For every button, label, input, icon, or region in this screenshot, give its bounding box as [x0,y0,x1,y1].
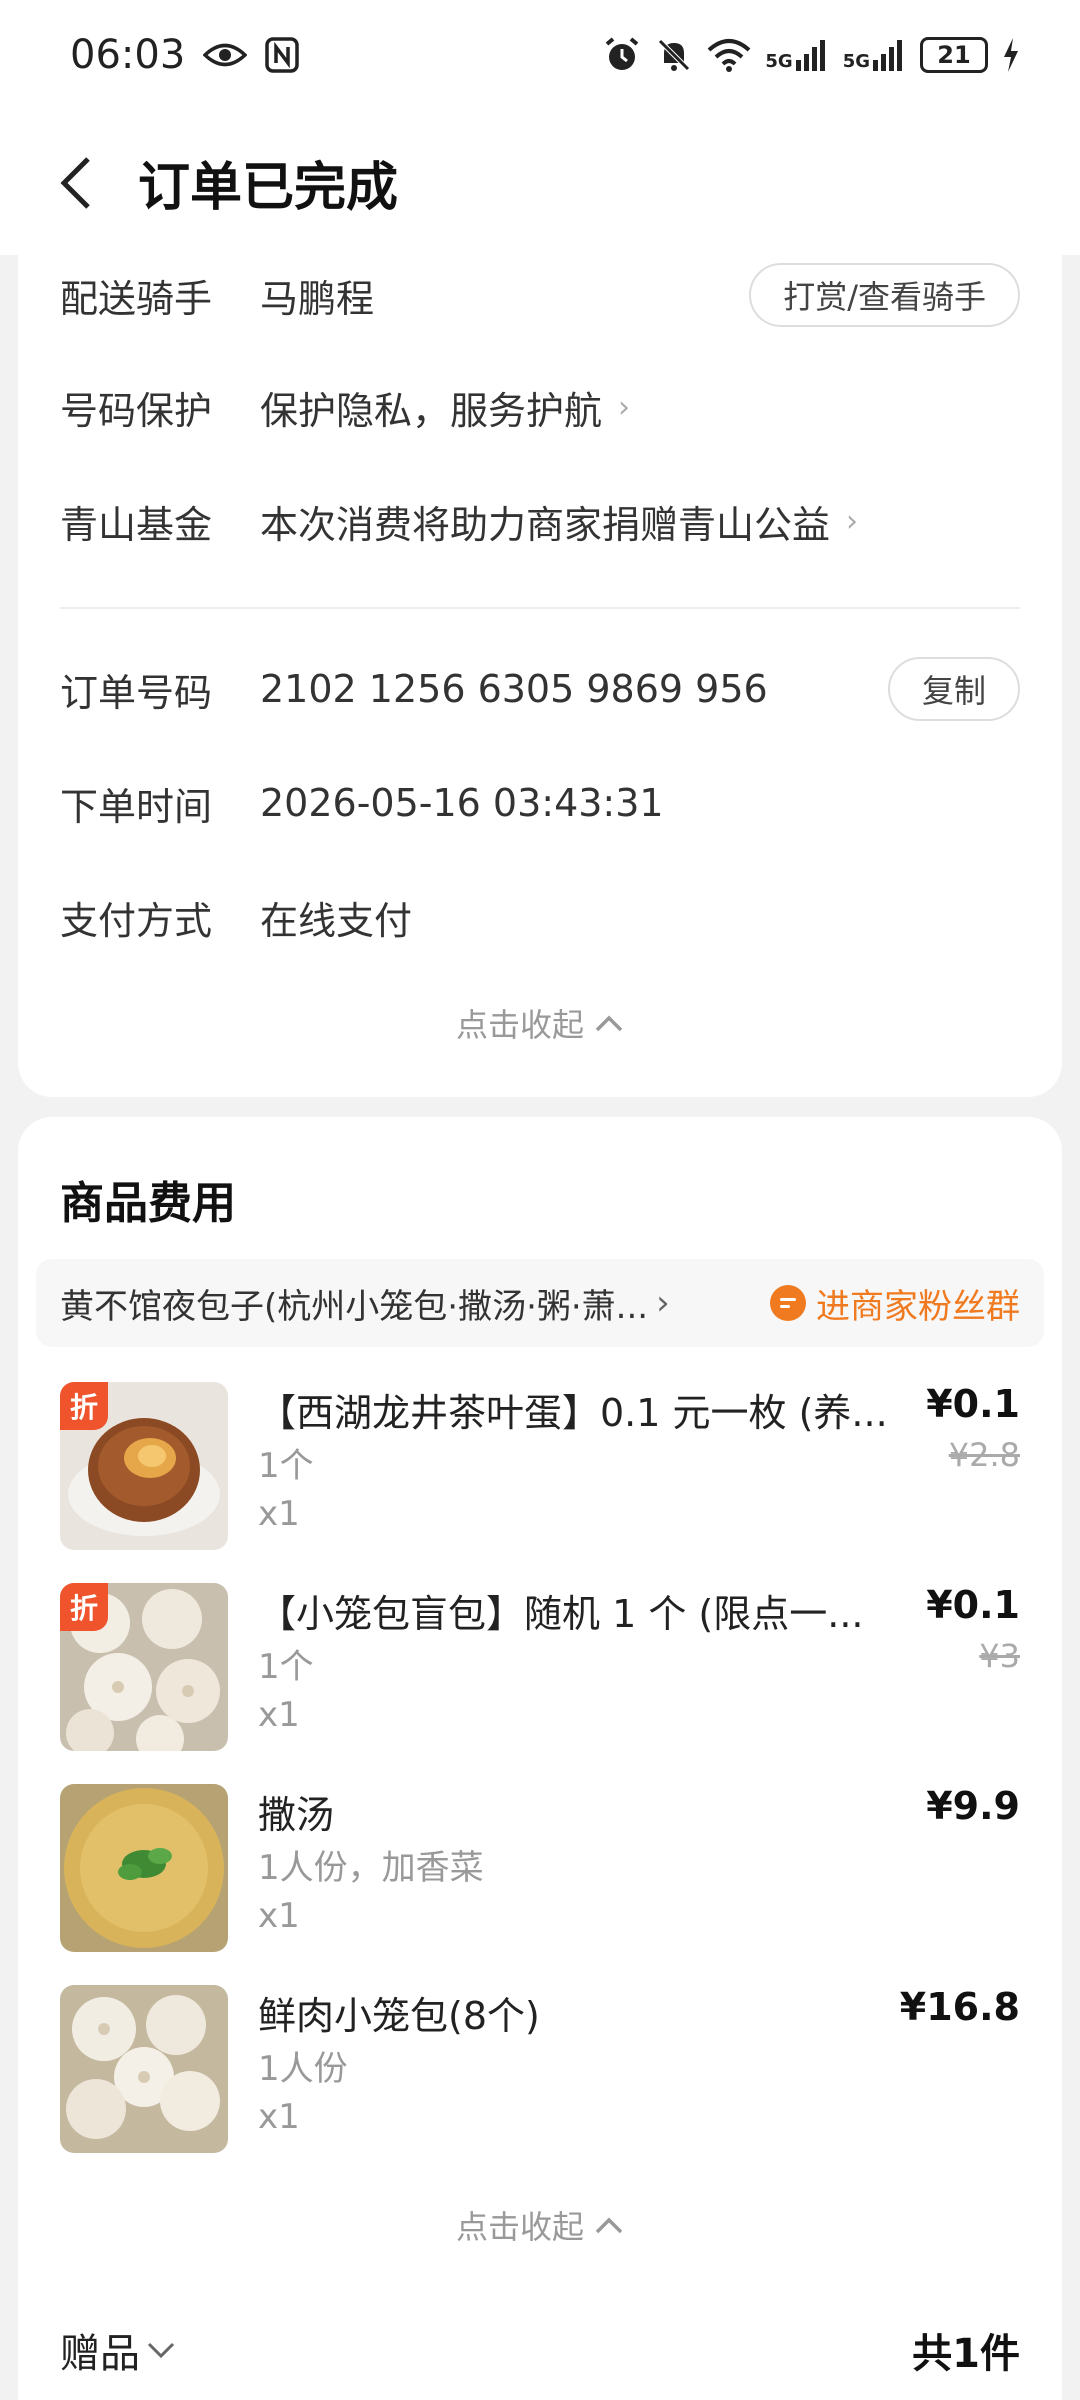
mute-icon [655,36,693,74]
gift-toggle[interactable]: 赠品 [60,2321,176,2379]
order-number-label: 订单号码 [60,670,213,715]
item-name: 【小笼包盲包】随机 1 个 (限点一... [258,1592,864,1636]
rider-name: 马鹏程 [260,276,375,321]
discount-badge: 折 [60,1583,108,1631]
eye-icon [203,40,248,70]
item-spec: 1个 [258,1647,314,1687]
shop-name[interactable]: 黄不馆夜包子(杭州小笼包·撒汤·粥·萧... [60,1279,648,1328]
item-price: ¥9.9 [926,1784,1020,1828]
fund-row[interactable]: 青山基金 本次消费将助力商家捐赠青山公益 › [60,481,1020,561]
chevron-right-icon[interactable]: › [656,1283,670,1323]
status-time: 06:03 [70,32,186,78]
copy-button[interactable]: 复制 [887,657,1020,721]
fans-group-link[interactable]: 进商家粉丝群 [770,1279,1020,1328]
shop-bar: 黄不馆夜包子(杭州小笼包·撒汤·粥·萧... › 进商家粉丝群 [36,1259,1044,1347]
order-info-card: 配送骑手 马鹏程 打赏/查看骑手 号码保护 保护隐私，服务护航 › 青山基金 本… [18,255,1062,1097]
item-name: 鲜肉小笼包(8个) [258,1994,540,2038]
section-title: 商品费用 [60,1178,236,1229]
item-original-price: ¥2.8 [948,1436,1020,1474]
order-time-row: 下单时间 2026-05-16 03:43:31 [60,763,1020,843]
fund-value: 本次消费将助力商家捐赠青山公益 [260,502,831,547]
nfc-icon [265,37,300,73]
chevron-left-icon [60,156,90,209]
collapse-label: 点击收起 [455,1006,584,1044]
order-time-label: 下单时间 [60,784,213,829]
signal-5g-icon: 5G [765,38,828,72]
privacy-row[interactable]: 号码保护 保护隐私，服务护航 › [60,367,1020,447]
item-name: 【西湖龙井茶叶蛋】0.1 元一枚 (养... [258,1391,888,1435]
privacy-value: 保护隐私，服务护航 [260,388,603,433]
divider [60,607,1020,609]
gift-row: 赠品 共1件 [60,2320,1020,2380]
chevron-up-icon [595,2217,623,2234]
item-price: ¥0.1 [926,1382,1020,1426]
status-bar: 06:03 5G 5G 21 [0,0,1080,110]
tip-rider-button[interactable]: 打赏/查看骑手 [749,263,1020,327]
signal-5g-icon: 5G [843,38,906,72]
total-count: 共1件 [912,2331,1020,2377]
chevron-right-icon: › [846,503,859,539]
goods-card: 商品费用 黄不馆夜包子(杭州小笼包·撒汤·粥·萧... › 进商家粉丝群 折 【… [18,1117,1062,2400]
item-quantity: x1 [258,2097,300,2137]
list-item[interactable]: 撒汤 1人份，加香菜 x1 ¥9.9 [60,1784,1020,1954]
item-name: 撒汤 [258,1793,335,1837]
rider-label: 配送骑手 [60,276,213,321]
item-quantity: x1 [258,1896,300,1936]
alarm-icon [603,36,641,74]
item-spec: 1人份，加香菜 [258,1848,484,1888]
payment-method: 在线支付 [260,898,413,943]
item-price: ¥16.8 [899,1985,1020,2029]
order-number-row: 订单号码 2102 1256 6305 9869 956 复制 [60,649,1020,729]
payment-label: 支付方式 [60,898,213,943]
battery-icon: 21 [920,37,988,73]
product-image [60,1985,228,2153]
wifi-icon [707,38,751,72]
item-spec: 1人份 [258,2049,348,2089]
item-quantity: x1 [258,1494,300,1534]
charging-icon [1002,37,1020,73]
chevron-up-icon [595,1015,623,1032]
chevron-right-icon: › [618,389,631,425]
product-image [60,1784,228,1952]
item-original-price: ¥3 [979,1637,1020,1675]
gift-label: 赠品 [60,2331,140,2377]
chat-icon [770,1285,806,1321]
page-header: 订单已完成 [0,110,1080,255]
list-item[interactable]: 折 【小笼包盲包】随机 1 个 (限点一... 1个 x1 ¥0.1 ¥3 [60,1583,1020,1753]
discount-badge: 折 [60,1382,108,1430]
payment-row: 支付方式 在线支付 [60,877,1020,957]
item-quantity: x1 [258,1695,300,1735]
order-time: 2026-05-16 03:43:31 [260,781,664,825]
product-image: 折 [60,1382,228,1550]
back-button[interactable] [58,153,108,213]
item-price: ¥0.1 [926,1583,1020,1627]
collapse-goods-button[interactable]: 点击收起 [18,2202,1062,2248]
rider-row: 配送骑手 马鹏程 打赏/查看骑手 [60,255,1020,335]
fans-group-label: 进商家粉丝群 [816,1286,1020,1327]
chevron-down-icon [147,2342,175,2359]
page-title: 订单已完成 [138,158,399,218]
list-item[interactable]: 折 【西湖龙井茶叶蛋】0.1 元一枚 (养... 1个 x1 ¥0.1 ¥2.8 [60,1382,1020,1552]
fund-label: 青山基金 [60,502,213,547]
item-spec: 1个 [258,1446,314,1486]
collapse-info-button[interactable]: 点击收起 [18,1000,1062,1046]
collapse-label: 点击收起 [455,2208,584,2246]
order-number: 2102 1256 6305 9869 956 [260,667,768,711]
privacy-label: 号码保护 [60,388,213,433]
list-item[interactable]: 鲜肉小笼包(8个) 1人份 x1 ¥16.8 [60,1985,1020,2155]
product-image: 折 [60,1583,228,1751]
